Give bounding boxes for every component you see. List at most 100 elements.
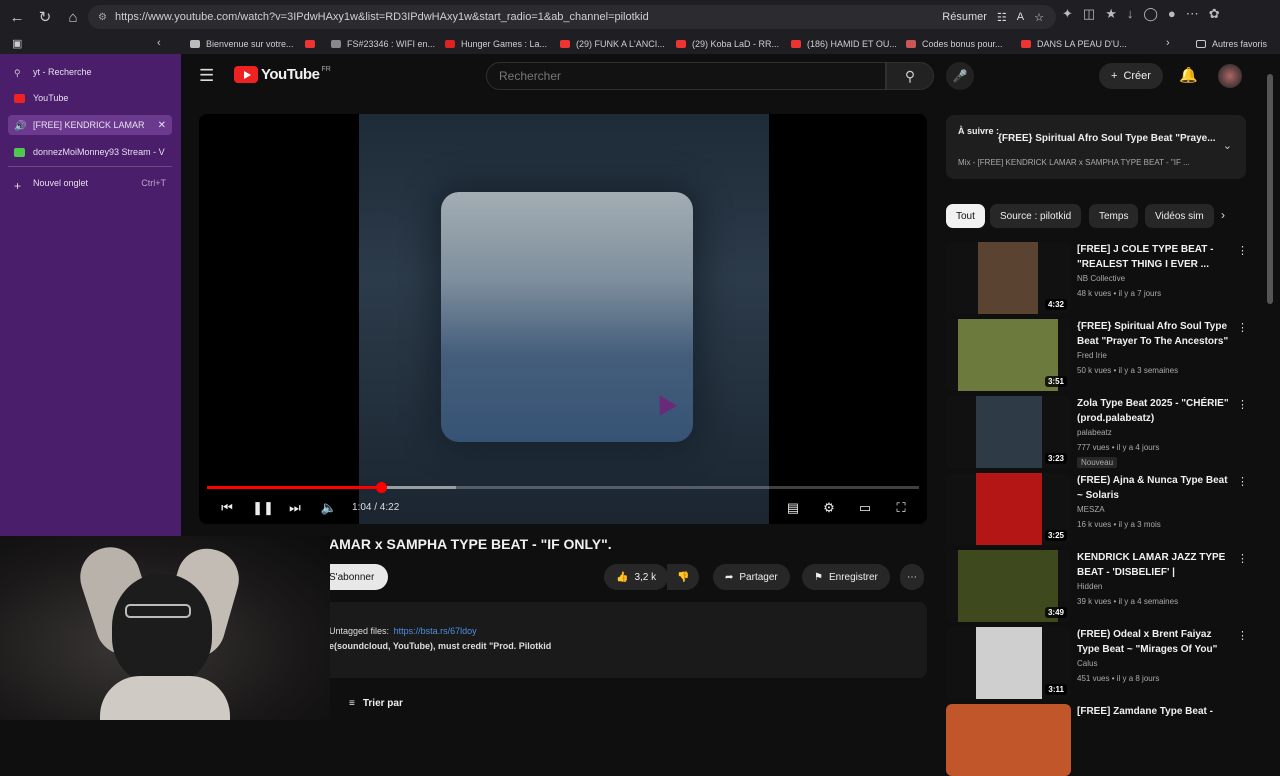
channel-name[interactable]: Hidden: [1077, 582, 1102, 591]
sidebar-tab-active[interactable]: 🔊 [FREE] KENDRICK LAMAR ✕: [8, 115, 172, 135]
split-screen-icon[interactable]: ◫: [1083, 6, 1095, 22]
bookmark-item[interactable]: DANS LA PEAU D'U...: [1021, 34, 1127, 54]
avatar[interactable]: [1218, 64, 1242, 88]
up-next-panel[interactable]: À suivre : {FREE} Spiritual Afro Soul Ty…: [946, 115, 1246, 179]
channel-name[interactable]: Fred Irie: [1077, 351, 1107, 360]
recommendation-item[interactable]: 3:51 {FREE} Spiritual Afro Soul Type Beat…: [946, 319, 1256, 391]
sidebar-tab[interactable]: YouTube: [8, 88, 172, 108]
bookmark-item[interactable]: (29) Koba LaD - RR...: [676, 34, 779, 54]
save-button[interactable]: ⚑ Enregistrer: [802, 564, 890, 590]
sort-comments-button[interactable]: ≡ Trier par: [349, 698, 403, 709]
downloads-icon[interactable]: ↓: [1127, 6, 1134, 22]
bookmark-item[interactable]: Hunger Games : La...: [445, 34, 547, 54]
more-actions-button[interactable]: ⋯: [900, 564, 924, 590]
channel-name[interactable]: NB Collective: [1077, 274, 1125, 283]
sidebar-tab[interactable]: donnezMoiMonney93 Stream - V: [8, 142, 172, 162]
create-button[interactable]: + Créer: [1099, 63, 1163, 89]
pause-icon[interactable]: ❚❚: [251, 498, 275, 518]
chip-all[interactable]: Tout: [946, 204, 985, 228]
video-thumbnail[interactable]: 3:49: [946, 550, 1071, 622]
back-icon[interactable]: ←: [6, 6, 28, 28]
bookmark-item[interactable]: Codes bonus pour...: [906, 34, 1003, 54]
recommendation-title[interactable]: Zola Type Beat 2025 - "CHÉRIE" (prod.pal…: [1077, 396, 1231, 426]
bookmark-item[interactable]: (186) HAMID ET OU...: [791, 34, 897, 54]
recommendation-item[interactable]: 4:32 [FREE] J COLE TYPE BEAT - "REALEST T…: [946, 242, 1256, 314]
bookmark-item[interactable]: Bienvenue sur votre...: [190, 34, 294, 54]
search-button[interactable]: ⚲: [886, 62, 934, 90]
other-bookmarks[interactable]: Autres favoris: [1196, 34, 1267, 54]
channel-name[interactable]: MESZA: [1077, 505, 1105, 514]
recommendation-item[interactable]: [FREE] Zamdane Type Beat -: [946, 704, 1256, 776]
subtitles-icon[interactable]: ▤: [781, 498, 805, 518]
settings-gear-icon[interactable]: ⚙: [817, 498, 841, 518]
share-button[interactable]: ➦ Partager: [713, 564, 790, 590]
profile-icon[interactable]: ●: [1168, 6, 1176, 22]
sidebar-tab[interactable]: ⚲ yt - Recherche: [8, 62, 172, 82]
read-aloud-icon[interactable]: A: [1017, 11, 1024, 23]
copilot-icon[interactable]: ✿: [1209, 6, 1220, 22]
video-thumbnail[interactable]: 3:11: [946, 627, 1071, 699]
bookmarks-overflow-icon[interactable]: ›: [1166, 37, 1170, 49]
recommendation-item[interactable]: 3:49 KENDRICK LAMAR JAZZ TYPE BEAT - 'DIS…: [946, 550, 1256, 622]
favorite-star-icon[interactable]: ☆: [1034, 11, 1044, 24]
more-vertical-icon[interactable]: ⋮: [1237, 321, 1248, 334]
collapse-sidebar-icon[interactable]: ‹: [157, 37, 161, 49]
home-icon[interactable]: ⌂: [62, 6, 84, 28]
resume-button[interactable]: Résumer ☷ A ☆: [942, 5, 1056, 29]
volume-icon[interactable]: 🔈: [317, 498, 341, 518]
previous-icon[interactable]: ⏮: [215, 498, 239, 518]
video-player[interactable]: ⏮ ❚❚ ⏭ 🔈 1:04 / 4:22 ▤ ⚙ ▭ ⛶: [199, 114, 927, 524]
next-icon[interactable]: ⏭: [283, 498, 307, 518]
fullscreen-icon[interactable]: ⛶: [889, 498, 913, 518]
channel-name[interactable]: Calus: [1077, 659, 1097, 668]
more-vertical-icon[interactable]: ⋮: [1237, 398, 1248, 411]
voice-search-button[interactable]: 🎤: [946, 62, 974, 90]
reader-icon[interactable]: ☷: [997, 11, 1007, 24]
more-vertical-icon[interactable]: ⋮: [1237, 475, 1248, 488]
more-vertical-icon[interactable]: ⋮: [1237, 244, 1248, 257]
favorites-icon[interactable]: ★: [1105, 6, 1117, 22]
recommendation-title[interactable]: (FREE) Ajna & Nunca Type Beat ~ Solaris: [1077, 473, 1231, 503]
close-tab-icon[interactable]: ✕: [158, 120, 166, 131]
progress-bar[interactable]: [207, 482, 919, 493]
recommendation-title[interactable]: (FREE) Odeal x Brent Faiyaz Type Beat ~ …: [1077, 627, 1231, 657]
theater-mode-icon[interactable]: ▭: [853, 498, 877, 518]
untagged-link[interactable]: https://bsta.rs/67ldoy: [394, 626, 477, 636]
sidebar-toggle-icon[interactable]: ▣: [12, 37, 22, 50]
channel-name[interactable]: palabeatz: [1077, 428, 1112, 437]
video-thumbnail[interactable]: [946, 704, 1071, 776]
site-info-icon[interactable]: ⚙: [98, 12, 107, 23]
extensions-icon[interactable]: ✦: [1062, 6, 1073, 22]
reload-icon[interactable]: ↻: [34, 6, 56, 28]
more-vertical-icon[interactable]: ⋮: [1237, 552, 1248, 565]
video-thumbnail[interactable]: 3:51: [946, 319, 1071, 391]
notifications-bell-icon[interactable]: 🔔: [1179, 66, 1198, 84]
more-menu-icon[interactable]: ⋯: [1186, 6, 1199, 22]
search-input[interactable]: Rechercher: [486, 62, 886, 90]
scrollbar[interactable]: [1267, 74, 1273, 304]
chip-time[interactable]: Temps: [1089, 204, 1139, 228]
new-tab-button[interactable]: + Nouvel onglet Ctrl+T: [8, 173, 172, 193]
chip-source[interactable]: Source : pilotkid: [990, 204, 1082, 228]
bookmark-item[interactable]: (29) FUNK A L'ANCI...: [560, 34, 665, 54]
recommendation-title[interactable]: [FREE] J COLE TYPE BEAT - "REALEST THING…: [1077, 242, 1231, 272]
chevron-down-icon[interactable]: ⌄: [1223, 139, 1232, 152]
recommendation-item[interactable]: 3:11 (FREE) Odeal x Brent Faiyaz Type Bea…: [946, 627, 1256, 699]
dislike-button[interactable]: 👎: [667, 564, 700, 590]
browser-essentials-icon[interactable]: ◯: [1143, 6, 1158, 22]
recommendation-item[interactable]: 3:23 Zola Type Beat 2025 - "CHÉRIE" (prod…: [946, 396, 1256, 468]
bookmark-item[interactable]: [305, 34, 321, 54]
youtube-logo[interactable]: YouTube FR: [234, 66, 331, 83]
more-vertical-icon[interactable]: ⋮: [1237, 629, 1248, 642]
recommendation-title[interactable]: KENDRICK LAMAR JAZZ TYPE BEAT - 'DISBELI…: [1077, 550, 1231, 580]
video-thumbnail[interactable]: 3:23: [946, 396, 1071, 468]
video-thumbnail[interactable]: 3:25: [946, 473, 1071, 545]
chip-similar-videos[interactable]: Vidéos sim: [1145, 204, 1214, 228]
like-button[interactable]: 👍 3,2 k: [604, 564, 669, 590]
recommendation-title[interactable]: {FREE} Spiritual Afro Soul Type Beat "Pr…: [1077, 319, 1231, 349]
chevron-right-icon[interactable]: ›: [1221, 208, 1225, 222]
recommendation-title[interactable]: [FREE] Zamdane Type Beat -: [1077, 704, 1231, 719]
recommendation-item[interactable]: 3:25 (FREE) Ajna & Nunca Type Beat ~ Sola…: [946, 473, 1256, 545]
address-bar[interactable]: ⚙ https://www.youtube.com/watch?v=3IPdwH…: [88, 5, 1056, 29]
video-thumbnail[interactable]: 4:32: [946, 242, 1071, 314]
